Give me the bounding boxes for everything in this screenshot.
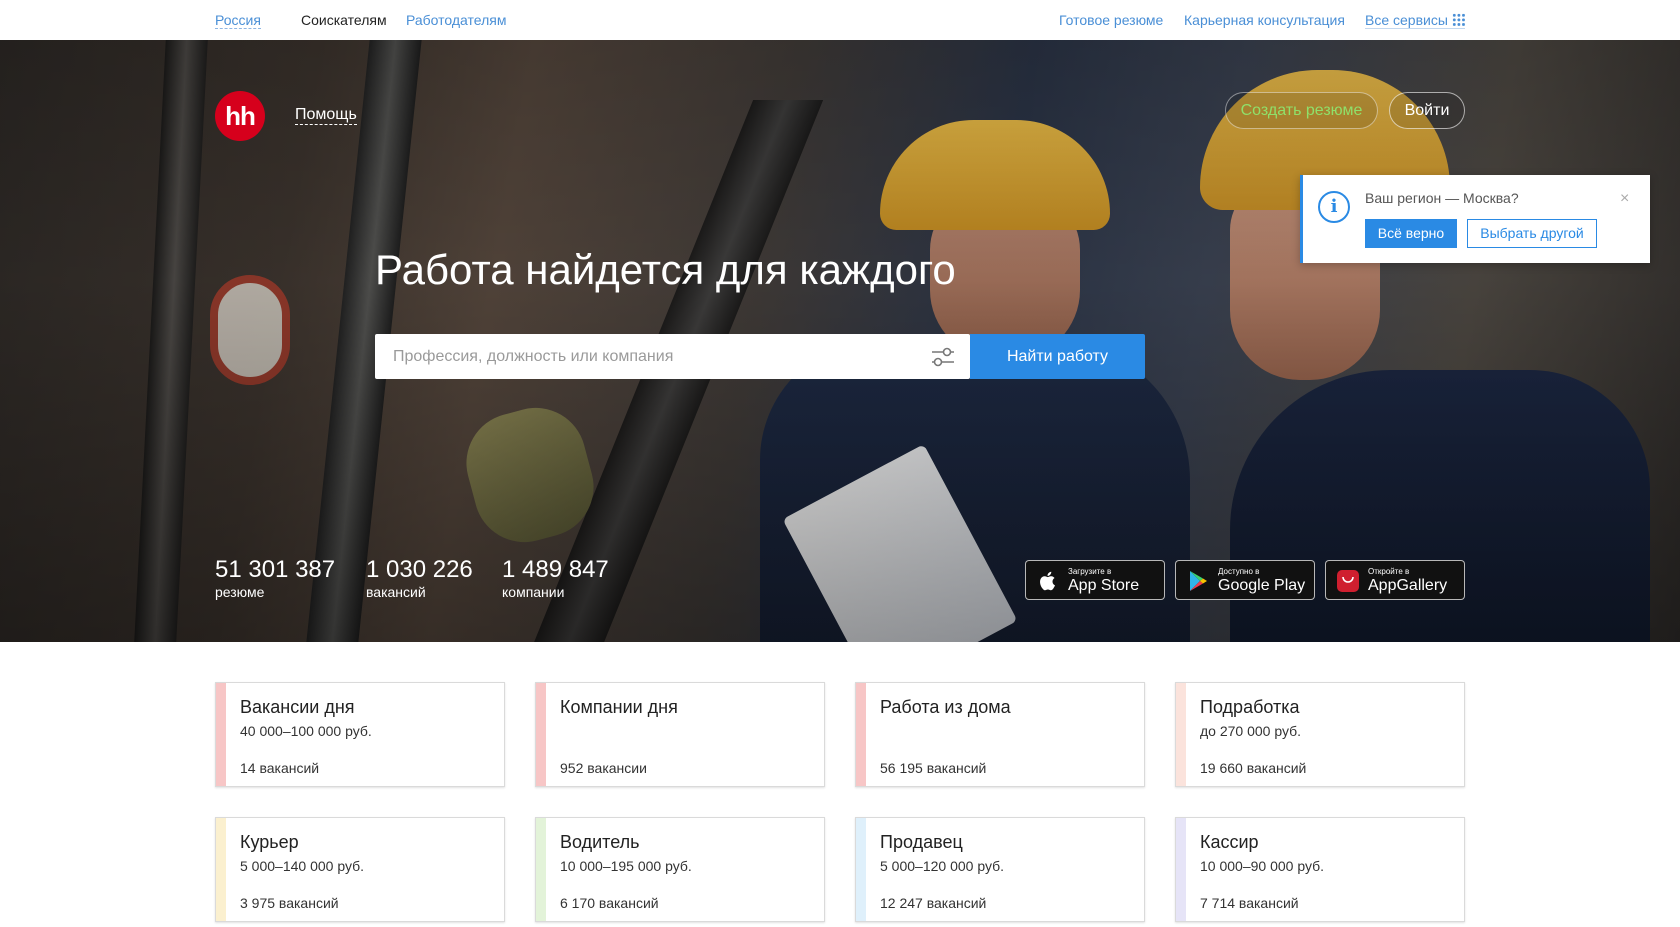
stat-label: компании — [502, 584, 565, 600]
card-title: Курьер — [240, 832, 299, 852]
card-title: Водитель — [560, 832, 640, 852]
card-accent — [1176, 683, 1186, 786]
help-link[interactable]: Помощь — [295, 106, 357, 125]
card-accent — [216, 818, 226, 921]
choose-other-region-button[interactable]: Выбрать другой — [1467, 219, 1597, 248]
popup-accent-stripe — [1300, 175, 1303, 263]
card-salary: 5 000–140 000 руб. — [240, 858, 365, 874]
search-box — [375, 334, 970, 379]
app-badge-caption: Откройте в — [1368, 567, 1410, 576]
tab-employers[interactable]: Работодателям — [406, 12, 507, 28]
region-selector-link[interactable]: Россия — [215, 12, 261, 29]
card-accent — [216, 683, 226, 786]
hero-banner: hh Помощь Создать резюме Войти Работа на… — [0, 40, 1680, 642]
app-store-badge[interactable]: Загрузите в App Store — [1025, 560, 1165, 600]
card-seller[interactable]: Продавец 5 000–120 000 руб. 12 247 вакан… — [855, 817, 1145, 922]
card-count: 6 170 вакансий — [560, 895, 659, 911]
card-remote-work[interactable]: Работа из дома 56 195 вакансий — [855, 682, 1145, 787]
stat-number: 51 301 387 — [215, 556, 336, 583]
card-accent — [856, 683, 866, 786]
card-count: 12 247 вакансий — [880, 895, 987, 911]
card-accent — [536, 683, 546, 786]
app-badge-title: App Store — [1068, 577, 1140, 594]
card-salary: 40 000–100 000 руб. — [240, 723, 372, 739]
grid-icon — [1451, 13, 1465, 26]
create-resume-button[interactable]: Создать резюме — [1225, 92, 1378, 129]
app-gallery-badge[interactable]: Откройте в AppGallery — [1325, 560, 1465, 600]
card-count: 7 714 вакансий — [1200, 895, 1299, 911]
all-services-link[interactable]: Все сервисы — [1365, 12, 1465, 29]
card-driver[interactable]: Водитель 10 000–195 000 руб. 6 170 вакан… — [535, 817, 825, 922]
stat-resumes: 51 301 387 резюме — [215, 556, 335, 600]
find-job-button[interactable]: Найти работу — [970, 334, 1145, 379]
stat-label: вакансий — [366, 584, 426, 600]
tab-seekers[interactable]: Соискателям — [301, 12, 387, 28]
google-play-badge[interactable]: Доступно в Google Play — [1175, 560, 1315, 600]
card-title: Вакансии дня — [240, 697, 355, 717]
card-accent — [856, 818, 866, 921]
apple-icon — [1040, 571, 1055, 591]
card-salary: 5 000–120 000 руб. — [880, 858, 1005, 874]
ready-resume-link[interactable]: Готовое резюме — [1059, 12, 1163, 28]
filter-settings-icon[interactable] — [930, 345, 956, 369]
search-input[interactable] — [375, 334, 915, 379]
card-count: 14 вакансий — [240, 760, 320, 776]
card-salary: 10 000–195 000 руб. — [560, 858, 692, 874]
app-badge-caption: Загрузите в — [1068, 567, 1112, 576]
card-salary: до 270 000 руб. — [1200, 723, 1302, 739]
google-play-icon — [1190, 571, 1207, 591]
app-badge-caption: Доступно в — [1218, 567, 1260, 576]
info-icon: i — [1318, 191, 1350, 223]
card-accent — [536, 818, 546, 921]
stat-companies: 1 489 847 компании — [502, 556, 609, 600]
card-courier[interactable]: Курьер 5 000–140 000 руб. 3 975 вакансий — [215, 817, 505, 922]
card-title: Компании дня — [560, 697, 678, 717]
page-title: Работа найдется для каждого — [375, 246, 956, 293]
stat-number: 1 030 226 — [366, 556, 473, 583]
hh-logo[interactable]: hh — [215, 91, 265, 141]
card-title: Продавец — [880, 832, 963, 852]
confirm-region-button[interactable]: Всё верно — [1365, 219, 1457, 248]
region-popup: i Ваш регион — Москва? × Всё верно Выбра… — [1300, 175, 1650, 263]
stat-number: 1 489 847 — [502, 556, 609, 583]
card-vacancies-of-day[interactable]: Вакансии дня 40 000–100 000 руб. 14 вака… — [215, 682, 505, 787]
card-companies-of-day[interactable]: Компании дня 952 вакансии — [535, 682, 825, 787]
card-part-time[interactable]: Подработка до 270 000 руб. 19 660 ваканс… — [1175, 682, 1465, 787]
region-question: Ваш регион — Москва? — [1365, 190, 1519, 206]
all-services-label: Все сервисы — [1365, 12, 1448, 28]
card-count: 3 975 вакансий — [240, 895, 339, 911]
stat-vacancies: 1 030 226 вакансий — [366, 556, 473, 600]
login-button[interactable]: Войти — [1389, 92, 1465, 129]
card-title: Работа из дома — [880, 697, 1011, 717]
card-title: Кассир — [1200, 832, 1259, 852]
card-count: 56 195 вакансий — [880, 760, 987, 776]
card-accent — [1176, 818, 1186, 921]
huawei-icon — [1337, 570, 1359, 592]
career-consultation-link[interactable]: Карьерная консультация — [1184, 12, 1345, 28]
stat-label: резюме — [215, 584, 265, 600]
app-badge-title: AppGallery — [1368, 577, 1448, 594]
app-badge-title: Google Play — [1218, 577, 1306, 594]
card-salary: 10 000–90 000 руб. — [1200, 858, 1325, 874]
top-navigation-bar: Россия Соискателям Работодателям Готовое… — [0, 0, 1680, 40]
card-cashier[interactable]: Кассир 10 000–90 000 руб. 7 714 вакансий — [1175, 817, 1465, 922]
close-icon[interactable]: × — [1620, 191, 1629, 207]
card-count: 19 660 вакансий — [1200, 760, 1307, 776]
card-title: Подработка — [1200, 697, 1300, 717]
card-count: 952 вакансии — [560, 760, 647, 776]
